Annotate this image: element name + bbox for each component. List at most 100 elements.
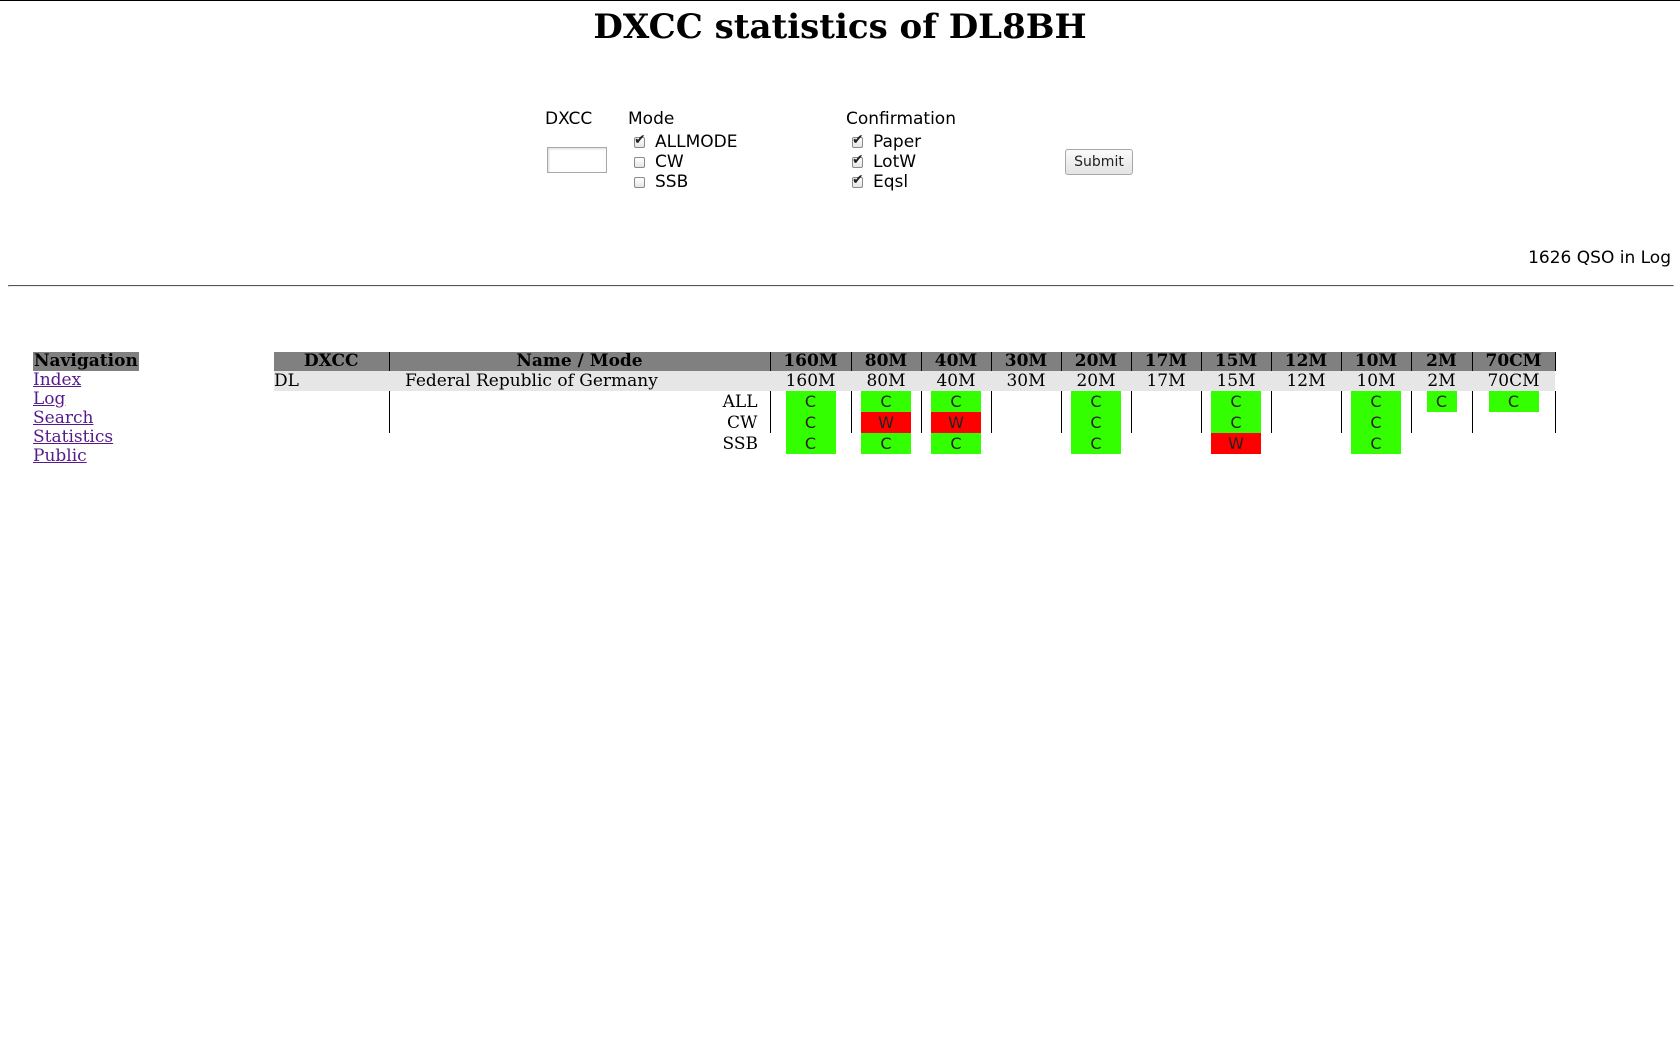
band-status-cell: C [1410, 391, 1472, 412]
nav-link-public[interactable]: Public [33, 447, 139, 466]
paper-checkbox[interactable]: ✔ [852, 133, 864, 148]
band-status-cell: C [1340, 391, 1411, 412]
confirmed-badge: C [785, 412, 836, 433]
confirm-eqsl-option[interactable]: ✔ Eqsl [852, 172, 908, 192]
mode-label: CW [388, 412, 770, 433]
column-header: 10M [1340, 352, 1411, 371]
confirmed-badge: C [1351, 412, 1401, 433]
confirmed-badge: C [1351, 391, 1401, 412]
mode-allmode-option[interactable]: ✔ ALLMODE [634, 132, 737, 152]
ssb-label: SSB [655, 172, 689, 192]
column-header: 30M [990, 352, 1061, 371]
band-status-cell [1410, 433, 1472, 454]
table-row: SSB C C C C W C [274, 433, 1555, 454]
band-status-cell: W [1200, 433, 1271, 454]
mode-cw-option[interactable]: CW [634, 152, 684, 172]
band-label: 10M [1340, 371, 1411, 391]
worked-badge: W [861, 412, 911, 433]
check-icon: ✔ [634, 131, 646, 148]
band-status-cell [1130, 412, 1201, 433]
band-status-cell: C [850, 391, 921, 412]
confirmed-badge: C [1351, 433, 1401, 454]
column-header: 12M [1270, 352, 1341, 371]
mode-rows: ALL C C C C C C C C CW C W W C C C SSB C C C C W C [274, 391, 1556, 454]
band-label: 40M [920, 371, 991, 391]
ssb-checkbox[interactable] [634, 176, 645, 188]
column-header: 20M [1060, 352, 1131, 371]
cw-label: CW [655, 152, 684, 172]
entity-row: DL Federal Republic of Germany 160M 80M … [274, 371, 1555, 391]
band-status-cell [990, 412, 1061, 433]
eqsl-checkbox[interactable]: ✔ [852, 173, 864, 188]
band-status-cell [1270, 412, 1341, 433]
band-status-cell: C [850, 433, 921, 454]
band-status-cell: C [1200, 412, 1271, 433]
confirmed-badge: C [785, 391, 836, 412]
band-status-cell [1471, 433, 1555, 454]
band-status-cell [990, 433, 1061, 454]
band-status-cell [1130, 391, 1201, 412]
lotw-checkbox[interactable]: ✔ [852, 153, 864, 168]
band-status-cell: C [1340, 412, 1411, 433]
page-title: DXCC statistics of DL8BH [593, 7, 1087, 47]
column-header: 160M [769, 352, 851, 371]
submit-button[interactable]: Submit [1065, 149, 1133, 175]
check-icon: ✔ [852, 131, 864, 148]
mode-label: SSB [388, 433, 770, 454]
band-status-cell: C [1060, 433, 1131, 454]
confirmed-badge: C [931, 391, 981, 412]
dxcc-input[interactable] [547, 147, 607, 173]
eqsl-label: Eqsl [873, 172, 909, 192]
band-label: 160M [769, 371, 851, 391]
band-label: 17M [1130, 371, 1201, 391]
band-status-cell [1270, 391, 1341, 412]
band-status-cell [1471, 412, 1556, 433]
lotw-label: LotW [873, 152, 917, 172]
dxcc-label: DXCC [545, 109, 593, 129]
confirmed-badge: C [861, 391, 911, 412]
dxcc-prefix: DL [274, 371, 389, 391]
nav-link-index[interactable]: Index [33, 371, 139, 390]
column-header: 70CM [1471, 352, 1556, 371]
paper-label: Paper [873, 132, 922, 152]
band-status-cell: C [920, 391, 991, 412]
allmode-checkbox[interactable]: ✔ [634, 133, 646, 148]
table-row: CW C W W C C C [274, 412, 1556, 433]
band-label: 2M [1410, 371, 1472, 391]
confirm-lotw-option[interactable]: ✔ LotW [852, 152, 916, 172]
band-status-cell [1270, 433, 1341, 454]
table-header-row: DXCC Name / Mode 160M 80M 40M 30M 20M 17… [274, 352, 1556, 371]
nav-link-statistics[interactable]: Statistics [33, 428, 139, 447]
column-header: 17M [1130, 352, 1201, 371]
cw-checkbox[interactable] [634, 156, 645, 168]
nav-link-log[interactable]: Log [33, 390, 139, 409]
column-header: 40M [920, 352, 991, 371]
band-label: 80M [850, 371, 921, 391]
column-header: 2M [1410, 352, 1472, 371]
empty-cell [274, 391, 389, 412]
confirm-paper-option[interactable]: ✔ Paper [852, 132, 921, 152]
band-label: 20M [1060, 371, 1131, 391]
allmode-label: ALLMODE [655, 132, 738, 152]
confirmed-badge: C [1426, 391, 1457, 412]
empty-cell [274, 412, 389, 433]
nav-link-search[interactable]: Search [33, 409, 139, 428]
navigation-panel: Navigation Index Log Search Statistics P… [33, 351, 139, 466]
mode-ssb-option[interactable]: SSB [634, 172, 688, 192]
confirmed-badge: C [785, 433, 836, 454]
band-status-cell [990, 391, 1061, 412]
confirmation-label: Confirmation [846, 109, 956, 129]
mode-label: Mode [628, 109, 675, 129]
band-label: 70CM [1471, 371, 1555, 391]
entity-name: Federal Republic of Germany [388, 371, 770, 391]
band-label: 30M [990, 371, 1061, 391]
table-row: ALL C C C C C C C C [274, 391, 1556, 412]
check-icon: ✔ [852, 171, 864, 188]
navigation-title: Navigation [33, 351, 139, 371]
check-icon: ✔ [852, 151, 864, 168]
band-status-cell: C [1340, 433, 1411, 454]
band-status-cell: W [850, 412, 921, 433]
band-status-cell [1410, 412, 1472, 433]
column-header: 15M [1200, 352, 1271, 371]
worked-badge: W [1211, 433, 1261, 454]
